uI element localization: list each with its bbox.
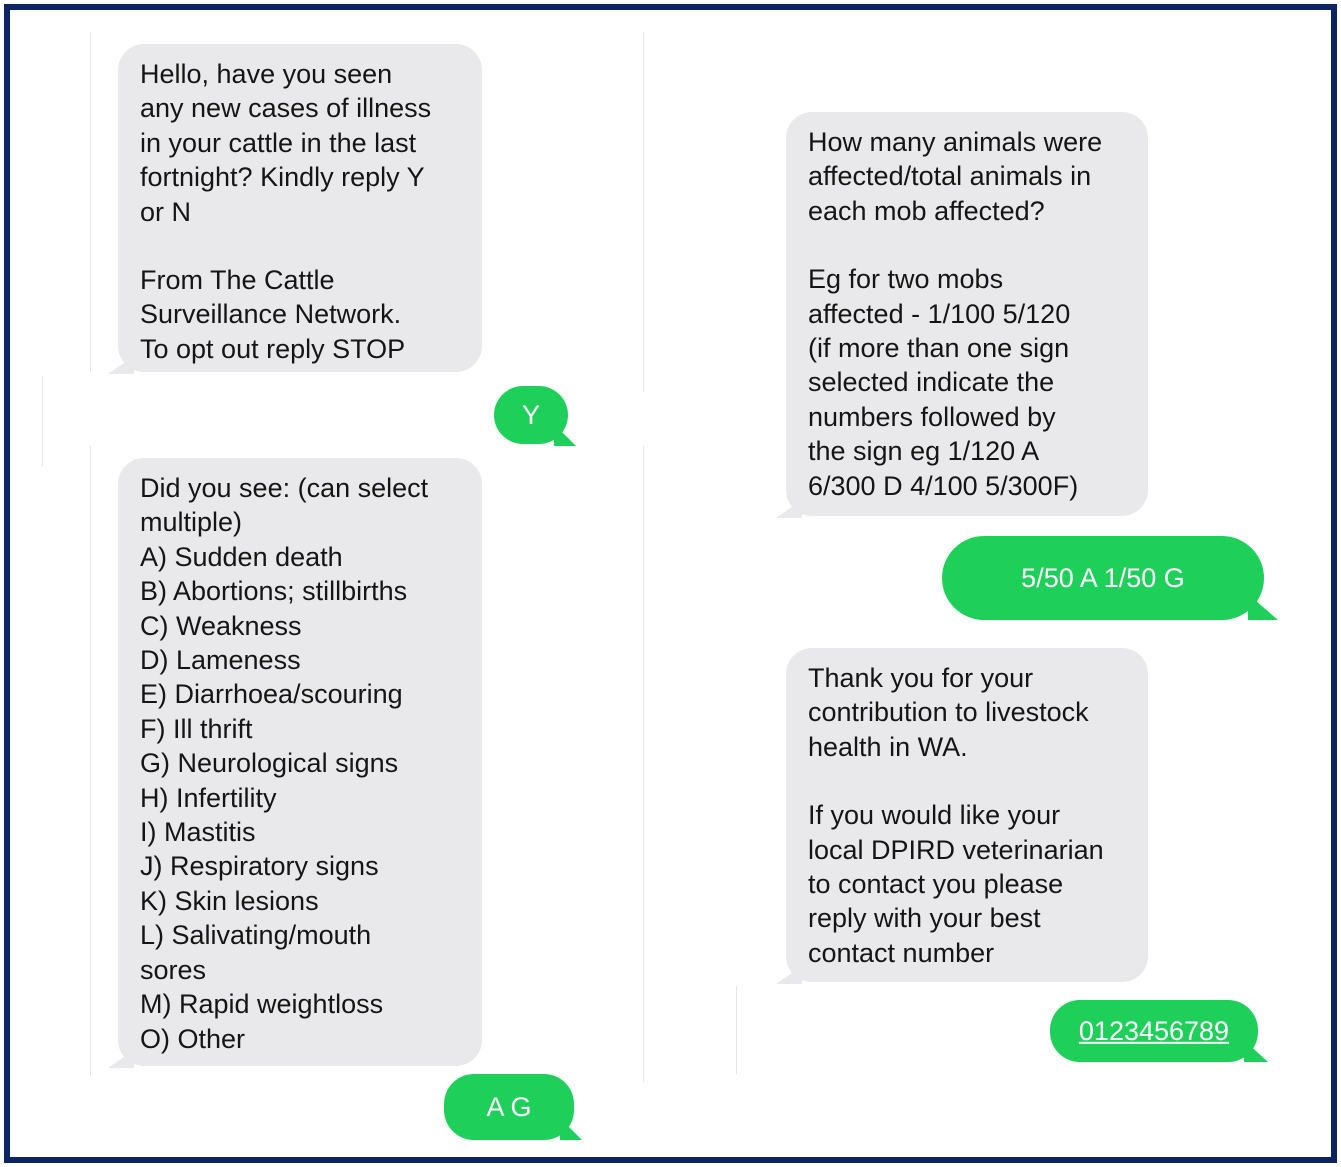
column-divider (643, 32, 644, 392)
message-text: If you would like your local DPIRD veter… (808, 800, 1104, 968)
sign-option: B) Abortions; stillbirths (140, 576, 408, 607)
outgoing-reply-ag: A G (444, 1074, 574, 1140)
message-text: Hello, have you seen any new cases of il… (140, 59, 432, 227)
message-text: From The Cattle Surveillance Network. To… (140, 265, 406, 364)
outgoing-reply-phone: 0123456789 (1050, 1000, 1258, 1062)
sign-option: E) Diarrhoea/scouring (140, 679, 403, 710)
sign-option: A) Sudden death (140, 541, 343, 572)
sign-option: D) Lameness (140, 645, 301, 676)
message-text: Eg for two mobs affected - 1/100 5/120 (… (808, 264, 1079, 501)
message-text: Thank you for your contribution to lives… (808, 663, 1089, 762)
incoming-message-signs: Did you see: (can select multiple) A) Su… (118, 458, 482, 1066)
left-column-edge (90, 446, 91, 1076)
sign-option: O) Other (140, 1023, 246, 1054)
sign-option: L) Salivating/mouth sores (140, 920, 372, 985)
sign-option: K) Skin lesions (140, 885, 319, 916)
sign-option: G) Neurological signs (140, 748, 399, 779)
message-text: How many animals were affected/total ani… (808, 127, 1103, 226)
sign-option: J) Respiratory signs (140, 851, 379, 882)
right-column-edge (736, 986, 737, 1074)
phone-number-link[interactable]: 0123456789 (1050, 1014, 1258, 1048)
message-heading: Did you see: (can select multiple) (140, 473, 429, 538)
bubble-tail (1248, 594, 1278, 620)
conversation-frame: Hello, have you seen any new cases of il… (4, 4, 1337, 1163)
reply-text: A G (486, 1091, 532, 1122)
incoming-message-intro: Hello, have you seen any new cases of il… (118, 44, 482, 372)
sign-option: F) Ill thrift (140, 713, 253, 744)
outgoing-reply-counts: 5/50 A 1/50 G (942, 536, 1264, 620)
sign-option: I) Mastitis (140, 817, 256, 848)
sign-option: H) Infertility (140, 782, 277, 813)
sign-option: M) Rapid weightloss (140, 989, 384, 1020)
column-divider (643, 446, 644, 1082)
reply-text: 5/50 A 1/50 G (1021, 562, 1185, 593)
left-column-edge (42, 376, 43, 466)
sign-options-list: A) Sudden death B) Abortions; stillbirth… (140, 540, 462, 1056)
incoming-message-count: How many animals were affected/total ani… (786, 112, 1148, 516)
left-column-edge (90, 32, 91, 372)
sign-option: C) Weakness (140, 610, 302, 641)
incoming-message-thanks: Thank you for your contribution to lives… (786, 648, 1148, 982)
